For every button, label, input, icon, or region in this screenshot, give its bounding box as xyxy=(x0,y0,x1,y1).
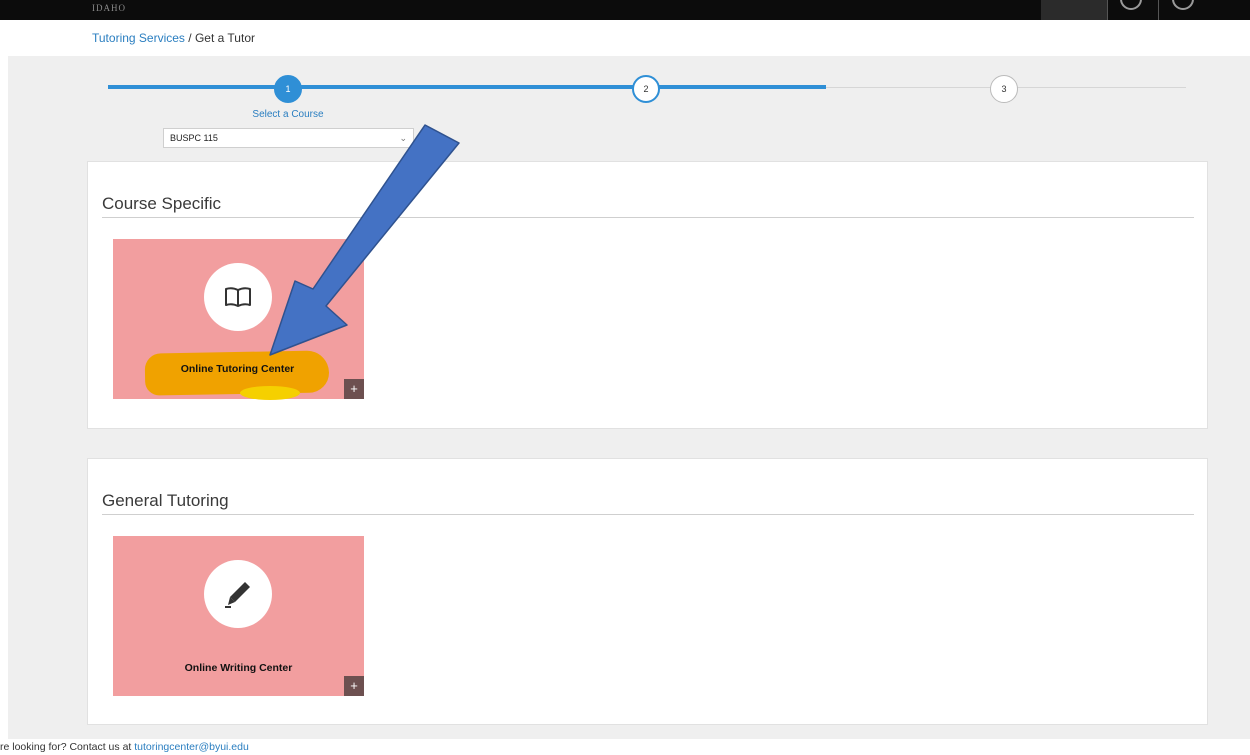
help-icon[interactable] xyxy=(1172,0,1194,10)
tutoring-card-online-writing-center[interactable]: Online Writing Center + xyxy=(113,536,364,696)
icon-circle xyxy=(204,263,272,331)
stepper-progress-line xyxy=(108,85,826,89)
step-2[interactable]: 2 xyxy=(632,75,660,103)
divider xyxy=(1158,0,1159,20)
breadcrumb-link-tutoring-services[interactable]: Tutoring Services xyxy=(92,31,185,45)
icon-circle xyxy=(204,560,272,628)
breadcrumb-separator: / xyxy=(184,31,195,45)
section-title: General Tutoring xyxy=(102,491,229,510)
user-menu-block[interactable] xyxy=(1041,0,1107,20)
footer-email-link[interactable]: tutoringcenter@byui.edu xyxy=(134,741,249,753)
logo-text[interactable]: IDAHO xyxy=(92,3,126,13)
course-select[interactable]: BUSPC 115 ⌄ xyxy=(163,128,414,148)
step-1[interactable]: 1 xyxy=(274,75,302,103)
section-divider xyxy=(102,217,1194,218)
breadcrumb-current: Get a Tutor xyxy=(194,31,255,45)
top-bar: IDAHO xyxy=(0,0,1250,20)
expand-button[interactable]: + xyxy=(344,379,364,399)
book-icon xyxy=(225,287,251,307)
chevron-down-icon: ⌄ xyxy=(399,133,407,143)
step-3[interactable]: 3 xyxy=(990,75,1018,103)
card-label-online-tutoring-center: Online Tutoring Center xyxy=(180,363,295,375)
profile-icon[interactable] xyxy=(1120,0,1142,10)
card-label-online-writing-center: Online Writing Center xyxy=(184,662,293,674)
breadcrumb: Tutoring Services / Get a Tutor xyxy=(92,31,255,45)
footer-text: re looking for? Contact us at tutoringce… xyxy=(0,741,249,753)
section-title: Course Specific xyxy=(102,194,222,213)
course-select-value: BUSPC 115 xyxy=(170,133,218,143)
step-label-select-course: Select a Course xyxy=(252,109,324,120)
highlight-mark xyxy=(240,386,300,400)
general-tutoring-panel: General Tutoring Online Writing Center + xyxy=(87,458,1208,725)
section-divider xyxy=(102,514,1194,515)
footer-prefix: re looking for? Contact us at xyxy=(0,741,135,753)
divider xyxy=(1107,0,1108,20)
pen-icon xyxy=(225,582,250,608)
expand-button[interactable]: + xyxy=(344,676,364,696)
